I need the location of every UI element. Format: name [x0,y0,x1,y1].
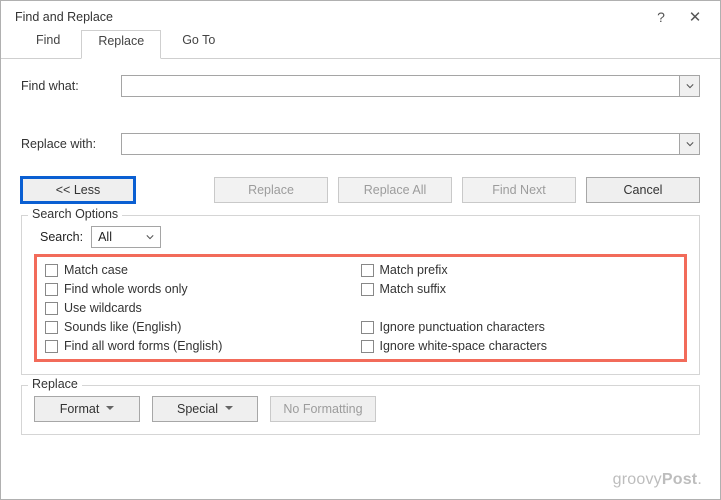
sounds-like-label: Sounds like (English) [64,320,181,334]
match-case-label: Match case [64,263,128,277]
less-button-label: << Less [56,183,100,197]
checkbox-icon [45,321,58,334]
checkbox-icon [45,264,58,277]
replace-with-input[interactable] [121,133,680,155]
tab-strip: Find Replace Go To [1,33,720,59]
chevron-down-icon [686,79,694,93]
client-area: Find what: Replace with: [1,59,720,435]
checkbox-icon [361,283,374,296]
match-suffix-label: Match suffix [380,282,446,296]
replace-all-button-label: Replace All [364,183,427,197]
find-what-input[interactable] [121,75,680,97]
checkbox-icon [45,340,58,353]
find-next-button-label: Find Next [492,183,546,197]
search-options-legend: Search Options [28,207,122,221]
tab-find-label: Find [36,33,60,47]
checkbox-icon [45,302,58,315]
match-prefix-checkbox[interactable]: Match prefix [361,263,677,277]
chevron-down-icon [686,137,694,151]
use-wildcards-checkbox[interactable]: Use wildcards [45,301,361,315]
chevron-down-icon [146,230,154,244]
search-options-group: Search Options Search: All Match case [21,215,700,375]
tab-find[interactable]: Find [19,29,77,58]
replace-with-label: Replace with: [21,137,121,151]
match-suffix-checkbox[interactable]: Match suffix [361,282,677,296]
format-button[interactable]: Format [34,396,140,422]
find-what-dropdown[interactable] [680,75,700,97]
replace-group-legend: Replace [28,377,82,391]
format-button-label: Format [60,402,100,416]
find-what-label: Find what: [21,79,121,93]
cancel-button-label: Cancel [624,183,663,197]
replace-group: Replace Format Special No Formatting [21,385,700,435]
checkbox-icon [361,264,374,277]
cancel-button[interactable]: Cancel [586,177,700,203]
tab-goto-label: Go To [182,33,215,47]
search-direction-select[interactable]: All [91,226,161,248]
no-formatting-button[interactable]: No Formatting [270,396,376,422]
watermark-part-a: groovy [613,471,662,488]
watermark: groovyPost. [613,471,702,489]
replace-all-button[interactable]: Replace All [338,177,452,203]
ignore-whitespace-label: Ignore white-space characters [380,339,547,353]
whole-words-checkbox[interactable]: Find whole words only [45,282,361,296]
tab-replace[interactable]: Replace [81,30,161,59]
sounds-like-checkbox[interactable]: Sounds like (English) [45,320,361,334]
special-button-label: Special [177,402,218,416]
whole-words-label: Find whole words only [64,282,188,296]
tab-replace-label: Replace [98,34,144,48]
no-formatting-label: No Formatting [283,402,362,416]
ignore-punct-checkbox[interactable]: Ignore punctuation characters [361,320,677,334]
special-button[interactable]: Special [152,396,258,422]
window-title: Find and Replace [9,10,644,24]
watermark-dot: . [697,471,702,488]
ignore-whitespace-checkbox[interactable]: Ignore white-space characters [361,339,677,353]
checkbox-icon [361,340,374,353]
highlighted-options: Match case Match prefix Find whole words… [34,254,687,362]
replace-with-dropdown[interactable] [680,133,700,155]
ignore-punct-label: Ignore punctuation characters [380,320,545,334]
find-next-button[interactable]: Find Next [462,177,576,203]
word-forms-checkbox[interactable]: Find all word forms (English) [45,339,361,353]
help-button[interactable]: ? [644,3,678,31]
word-forms-label: Find all word forms (English) [64,339,222,353]
search-direction-label: Search: [40,230,83,244]
titlebar: Find and Replace ? ✕ [1,1,720,33]
checkbox-icon [361,321,374,334]
close-icon: ✕ [689,8,702,26]
tab-goto[interactable]: Go To [165,29,232,58]
less-button[interactable]: << Less [21,177,135,203]
replace-button-label: Replace [248,183,294,197]
help-icon: ? [657,9,665,25]
use-wildcards-label: Use wildcards [64,301,142,315]
match-prefix-label: Match prefix [380,263,448,277]
dialog-window: Find and Replace ? ✕ Find Replace Go To … [0,0,721,500]
match-case-checkbox[interactable]: Match case [45,263,361,277]
search-direction-value: All [98,230,112,244]
replace-button[interactable]: Replace [214,177,328,203]
checkbox-icon [45,283,58,296]
close-button[interactable]: ✕ [678,3,712,31]
watermark-part-b: Post [662,471,697,488]
